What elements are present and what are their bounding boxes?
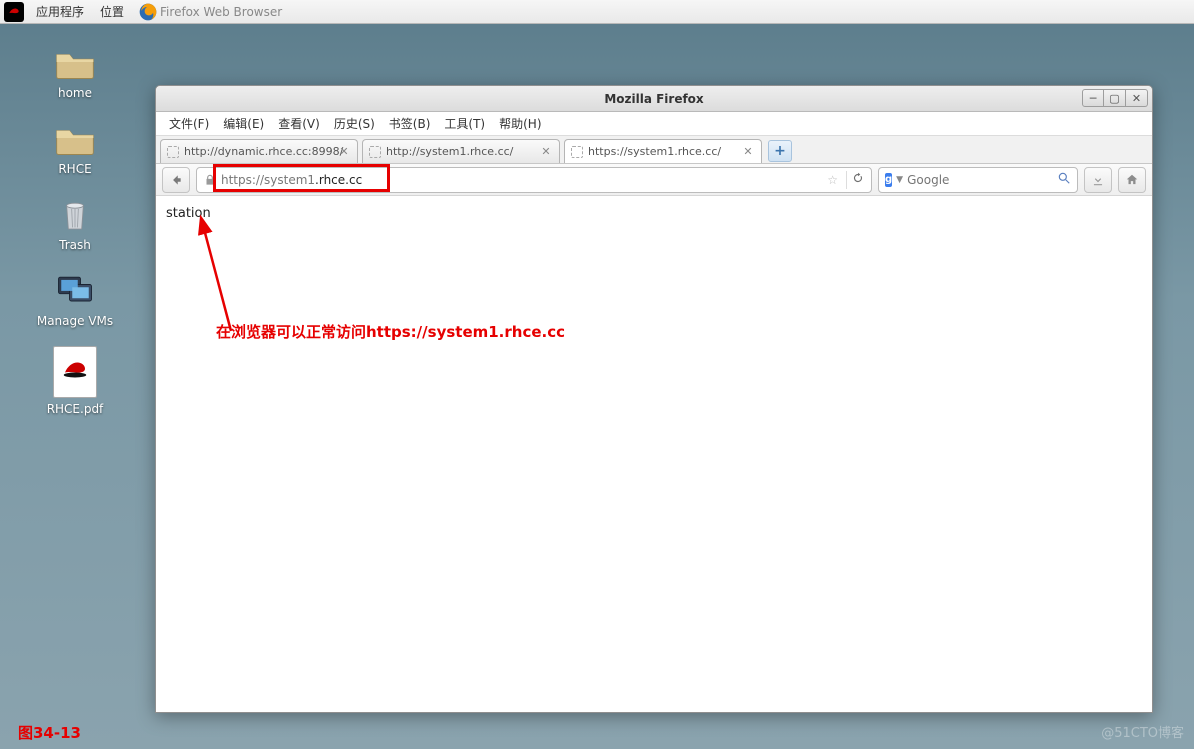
tab-label: http://system1.rhce.cc/ xyxy=(386,145,513,158)
reload-icon[interactable] xyxy=(851,171,865,188)
window-maximize-button[interactable]: ▢ xyxy=(1104,89,1126,107)
desktop-icon-trash[interactable]: Trash xyxy=(15,194,135,252)
menu-edit[interactable]: 编辑(E) xyxy=(216,115,271,132)
page-favicon-placeholder-icon xyxy=(571,146,583,158)
browser-tab-0[interactable]: http://dynamic.rhce.cc:8998/ ✕ xyxy=(160,139,358,163)
panel-menu-places[interactable]: 位置 xyxy=(92,3,132,20)
browser-tab-1[interactable]: http://system1.rhce.cc/ ✕ xyxy=(362,139,560,163)
desktop-icon-label: Manage VMs xyxy=(37,314,113,328)
firefox-window: Mozilla Firefox ─ ▢ ✕ 文件(F) 编辑(E) 查看(V) … xyxy=(155,85,1153,713)
search-go-icon[interactable] xyxy=(1057,171,1071,188)
desktop-area: home RHCE Trash Manage VMs RHCE.pdf xyxy=(0,24,150,416)
bookmark-star-icon[interactable]: ☆ xyxy=(827,173,838,187)
engine-dropdown-icon[interactable]: ▼ xyxy=(896,175,903,185)
redhat-logo-icon xyxy=(4,2,24,22)
separator xyxy=(846,171,847,189)
search-bar[interactable]: g ▼ xyxy=(878,167,1078,193)
menu-help[interactable]: 帮助(H) xyxy=(492,115,548,132)
tab-close-icon[interactable]: ✕ xyxy=(539,145,553,159)
window-title: Mozilla Firefox xyxy=(156,92,1152,106)
figure-label: 图34-13 xyxy=(18,722,81,743)
tab-close-icon[interactable]: ✕ xyxy=(337,145,351,159)
home-button[interactable] xyxy=(1118,167,1146,193)
tab-close-icon[interactable]: ✕ xyxy=(741,145,755,159)
page-content: station xyxy=(156,198,1152,712)
new-tab-button[interactable]: + xyxy=(768,140,792,162)
system-panel: 应用程序 位置 Firefox Web Browser xyxy=(0,0,1194,24)
watermark: @51CTO博客 xyxy=(1101,722,1184,741)
google-engine-icon[interactable]: g xyxy=(885,173,892,187)
annotation-text: 在浏览器可以正常访问https://system1.rhce.cc xyxy=(216,321,565,342)
url-text: https://system1.rhce.cc xyxy=(221,173,823,187)
desktop-icon-label: RHCE.pdf xyxy=(47,402,104,416)
menu-file[interactable]: 文件(F) xyxy=(162,115,216,132)
page-body-text: station xyxy=(166,206,211,221)
desktop-icon-home[interactable]: home xyxy=(15,42,135,100)
firefox-task-icon[interactable] xyxy=(138,2,158,22)
desktop-icon-label: home xyxy=(58,86,92,100)
desktop-icon-label: RHCE xyxy=(58,162,91,176)
menubar: 文件(F) 编辑(E) 查看(V) 历史(S) 书签(B) 工具(T) 帮助(H… xyxy=(156,112,1152,136)
search-input[interactable] xyxy=(907,173,1057,187)
browser-tab-2[interactable]: https://system1.rhce.cc/ ✕ xyxy=(564,139,762,163)
desktop-icon-rhce-pdf[interactable]: RHCE.pdf xyxy=(15,346,135,416)
page-favicon-placeholder-icon xyxy=(369,146,381,158)
window-minimize-button[interactable]: ─ xyxy=(1082,89,1104,107)
navigation-toolbar: https://system1.rhce.cc ☆ g ▼ xyxy=(156,164,1152,196)
back-button[interactable] xyxy=(162,167,190,193)
desktop-icon-manage-vms[interactable]: Manage VMs xyxy=(15,270,135,328)
lock-icon xyxy=(203,173,217,187)
desktop-icon-rhce[interactable]: RHCE xyxy=(15,118,135,176)
downloads-button[interactable] xyxy=(1084,167,1112,193)
panel-menu-apps[interactable]: 应用程序 xyxy=(28,3,92,20)
window-titlebar[interactable]: Mozilla Firefox ─ ▢ ✕ xyxy=(156,86,1152,112)
menu-view[interactable]: 查看(V) xyxy=(271,115,327,132)
menu-bookmarks[interactable]: 书签(B) xyxy=(382,115,438,132)
menu-tools[interactable]: 工具(T) xyxy=(437,115,492,132)
window-close-button[interactable]: ✕ xyxy=(1126,89,1148,107)
tab-strip: http://dynamic.rhce.cc:8998/ ✕ http://sy… xyxy=(156,136,1152,164)
panel-task-title[interactable]: Firefox Web Browser xyxy=(158,5,282,19)
page-favicon-placeholder-icon xyxy=(167,146,179,158)
tab-label: https://system1.rhce.cc/ xyxy=(588,145,721,158)
url-bar[interactable]: https://system1.rhce.cc ☆ xyxy=(196,167,872,193)
desktop-icon-label: Trash xyxy=(59,238,91,252)
menu-history[interactable]: 历史(S) xyxy=(327,115,382,132)
tab-label: http://dynamic.rhce.cc:8998/ xyxy=(184,145,343,158)
